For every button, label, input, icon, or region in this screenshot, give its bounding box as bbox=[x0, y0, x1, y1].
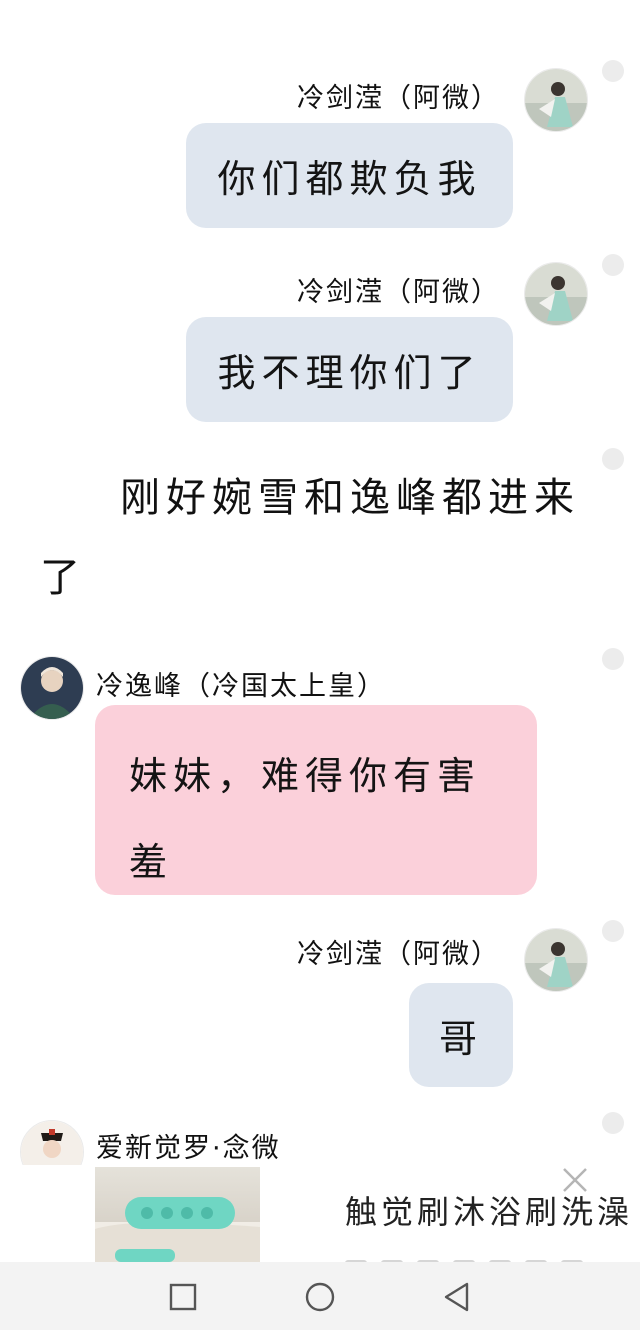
message-row: 爱新觉罗·念微 bbox=[0, 1112, 640, 1168]
message-row: 冷剑滢（阿微） 我不理你们了 bbox=[0, 254, 640, 434]
narration-row: 刚好婉雪和逸峰都进来了 bbox=[0, 448, 640, 628]
message-bubble[interactable]: 你们都欺负我 bbox=[186, 123, 513, 228]
back-triangle-icon[interactable] bbox=[440, 1280, 474, 1314]
close-icon[interactable] bbox=[560, 1165, 590, 1195]
select-dot[interactable] bbox=[602, 648, 624, 670]
message-bubble[interactable]: 我不理你们了 bbox=[186, 317, 513, 422]
select-dot[interactable] bbox=[602, 60, 624, 82]
system-navigation-bar bbox=[0, 1262, 640, 1330]
select-dot[interactable] bbox=[602, 1112, 624, 1134]
home-circle-icon[interactable] bbox=[303, 1280, 337, 1314]
ad-product-image[interactable] bbox=[95, 1167, 260, 1262]
select-dot[interactable] bbox=[602, 920, 624, 942]
sender-avatar[interactable] bbox=[20, 656, 84, 720]
sender-name: 冷剑滢（阿微） bbox=[297, 939, 500, 970]
select-dot[interactable] bbox=[602, 448, 624, 470]
sender-avatar[interactable] bbox=[524, 928, 588, 992]
chat-screen: 冷剑滢（阿微） 你们都欺负我 冷剑滢（阿微） 我不理你们了 刚好婉雪和逸峰都进来… bbox=[0, 0, 640, 1330]
sender-name: 冷剑滢（阿微） bbox=[297, 83, 500, 114]
sender-avatar[interactable] bbox=[524, 68, 588, 132]
sender-name: 爱新觉罗·念微 bbox=[96, 1133, 281, 1164]
message-row: 冷剑滢（阿微） 你们都欺负我 bbox=[0, 60, 640, 240]
sender-avatar[interactable] bbox=[20, 1120, 84, 1168]
narration-text: 刚好婉雪和逸峰都进来了 bbox=[40, 475, 580, 601]
sender-name: 冷剑滢（阿微） bbox=[297, 277, 500, 308]
ad-subtitle-blurred bbox=[345, 1251, 625, 1262]
message-bubble[interactable]: 哥 bbox=[409, 983, 513, 1087]
select-dot[interactable] bbox=[602, 254, 624, 276]
recent-apps-square-icon[interactable] bbox=[166, 1280, 200, 1314]
ad-banner[interactable]: 触觉刷沐浴刷洗澡 bbox=[0, 1165, 640, 1262]
message-row: 冷剑滢（阿微） 哥 bbox=[0, 920, 640, 1100]
message-bubble[interactable]: 妹妹，难得你有害羞 bbox=[95, 705, 537, 895]
sender-avatar[interactable] bbox=[524, 262, 588, 326]
sender-name: 冷逸峰（冷国太上皇） bbox=[96, 671, 386, 702]
message-row: 冷逸峰（冷国太上皇） 妹妹，难得你有害羞 bbox=[0, 648, 640, 898]
